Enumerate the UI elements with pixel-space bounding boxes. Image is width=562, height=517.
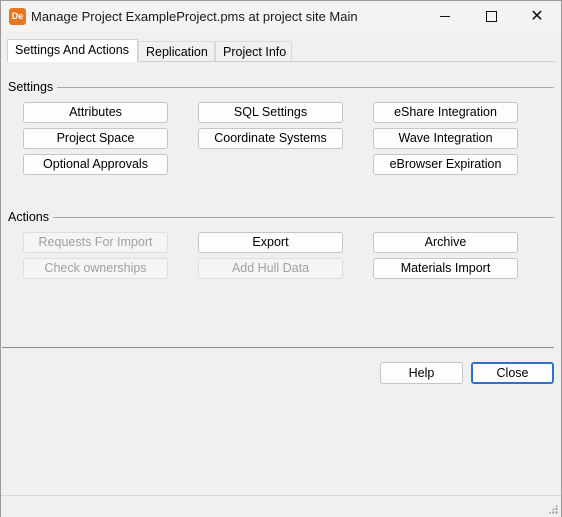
maximize-button[interactable] [468,1,514,32]
export-button[interactable]: Export [198,232,343,253]
archive-button[interactable]: Archive [373,232,518,253]
tab-settings-and-actions[interactable]: Settings And Actions [7,39,138,62]
help-button[interactable]: Help [380,362,463,384]
eshare-integration-button[interactable]: eShare Integration [373,102,518,123]
maximize-icon [485,11,497,22]
settings-group-rule [53,87,554,88]
add-hull-data-button: Add Hull Data [198,258,343,279]
close-icon: ✕ [530,7,544,25]
requests-for-import-button: Requests For Import [23,232,168,253]
check-ownerships-button: Check ownerships [23,258,168,279]
status-bar [1,495,561,517]
tab-replication[interactable]: Replication [138,41,215,61]
settings-group-label: Settings [8,80,58,94]
resize-grip-icon[interactable] [548,504,558,514]
actions-group-rule [50,217,554,218]
manage-project-window: De Manage Project ExampleProject.pms at … [0,0,562,517]
minimize-button[interactable] [422,1,468,32]
coordinate-systems-button[interactable]: Coordinate Systems [198,128,343,149]
materials-import-button[interactable]: Materials Import [373,258,518,279]
close-button[interactable]: Close [471,362,554,384]
attributes-button[interactable]: Attributes [23,102,168,123]
window-title: Manage Project ExampleProject.pms at pro… [31,9,358,24]
dialog-separator [2,347,554,348]
project-space-button[interactable]: Project Space [23,128,168,149]
wave-integration-button[interactable]: Wave Integration [373,128,518,149]
actions-group-label: Actions [8,210,53,224]
ebrowser-expiration-button[interactable]: eBrowser Expiration [373,154,518,175]
close-window-button[interactable]: ✕ [514,1,560,32]
sql-settings-button[interactable]: SQL Settings [198,102,343,123]
title-bar[interactable]: De Manage Project ExampleProject.pms at … [1,1,561,32]
app-icon: De [9,8,26,25]
tab-project-info[interactable]: Project Info [215,41,292,61]
minimize-icon [440,16,450,17]
optional-approvals-button[interactable]: Optional Approvals [23,154,168,175]
